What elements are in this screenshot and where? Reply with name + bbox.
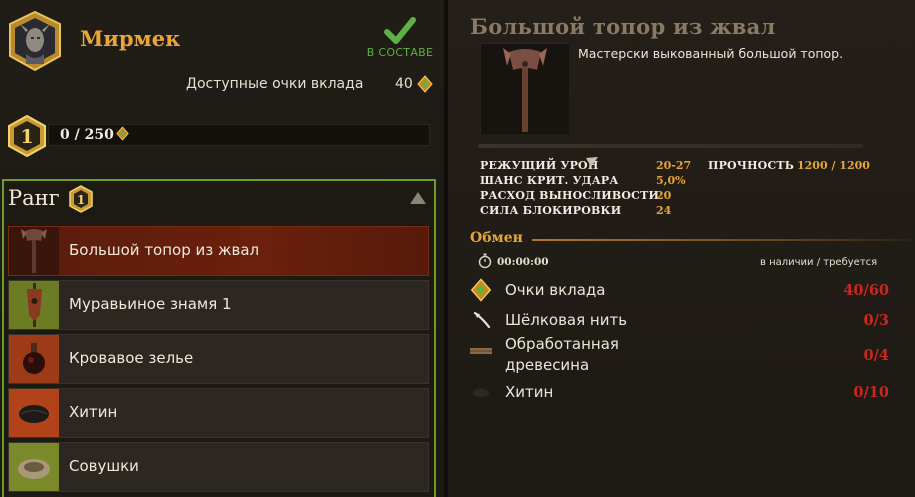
resource-quantity: 0/3: [863, 312, 889, 329]
rank-item-label: Совушки: [69, 457, 139, 475]
stat-durability-value: 1200 / 1200: [797, 159, 870, 172]
timer-icon: [478, 253, 492, 269]
stat-block-power-label: СИЛА БЛОКИРОВКИ: [480, 204, 622, 217]
stat-crit-chance-value: 5,0%: [656, 174, 686, 187]
nest-icon: [9, 443, 59, 491]
resource-name: Шёлковая нить: [505, 311, 628, 329]
contribution-gem-icon: [417, 75, 433, 93]
stat-slash-damage-label: РЕЖУЩИЙ УРОН: [480, 159, 599, 172]
in-squad-label: В СОСТАВЕ: [366, 46, 434, 59]
axe-icon: [9, 227, 59, 275]
stat-crit-chance-label: ШАНС КРИТ. УДАРА: [480, 174, 619, 187]
axe-icon: [481, 44, 569, 134]
rank-item-label: Муравьиное знамя 1: [69, 295, 232, 313]
rank-item-label: Хитин: [69, 403, 118, 421]
potion-icon: [9, 335, 59, 383]
exchange-title: Обмен: [470, 230, 523, 246]
rank-item-ant-banner[interactable]: Муравьиное знамя 1: [8, 280, 429, 330]
collapse-triangle-icon[interactable]: [409, 191, 427, 205]
rank-item-chitin[interactable]: Хитин: [8, 388, 429, 438]
xp-progress-text: 0 / 250: [60, 127, 114, 143]
rank-item-owl-nest[interactable]: Совушки: [8, 442, 429, 492]
craft-timer: 00:00:00: [497, 256, 549, 268]
rank-title: Ранг: [8, 186, 60, 210]
contribution-points-label: Доступные очки вклада: [186, 76, 364, 92]
banner-icon: [9, 281, 59, 329]
slash-damage-icon: [586, 157, 598, 167]
resource-name: Очки вклада: [505, 281, 606, 299]
rank-item-label: Кровавое зелье: [69, 349, 194, 367]
item-description: Мастерски выкованный большой топор.: [578, 46, 844, 61]
contribution-points-value: 40: [395, 76, 413, 92]
item-title: Большой топор из жвал: [470, 14, 776, 39]
resource-name: Хитин: [505, 383, 554, 401]
level-number: 1: [20, 126, 33, 148]
contribution-gem-icon: [116, 126, 129, 141]
in-squad-status: В СОСТАВЕ: [362, 16, 438, 59]
chitin-icon: [9, 389, 59, 437]
chitin-icon: [473, 388, 489, 398]
stat-block-power-value: 24: [656, 204, 672, 217]
stat-stamina-cost-label: РАСХОД ВЫНОСЛИВОСТИ: [480, 189, 660, 202]
resource-name: Обработанная древесина: [505, 335, 619, 374]
level-badge-icon: 1: [8, 114, 46, 158]
silk-thread-icon: [473, 311, 491, 329]
item-preview-image: [480, 43, 569, 134]
checkmark-icon: [384, 17, 416, 44]
availability-label: в наличии / требуется: [760, 257, 878, 268]
stat-stamina-cost-value: 20: [656, 189, 672, 202]
stat-slash-damage-value: 20-27: [656, 159, 692, 172]
rank-item-blood-potion[interactable]: Кровавое зелье: [8, 334, 429, 384]
npc-name: Мирмек: [80, 26, 181, 51]
contribution-points-row: Доступные очки вклада 40: [186, 75, 433, 93]
rank-item-label: Большой топор из жвал: [69, 241, 260, 259]
stat-durability-label: ПРОЧНОСТЬ: [708, 159, 795, 172]
resource-quantity: 0/10: [853, 384, 889, 401]
rank-badge-icon: 1: [69, 185, 93, 213]
rank-badge-number: 1: [77, 193, 85, 207]
contribution-gem-icon: [470, 278, 492, 302]
resource-quantity: 0/4: [863, 347, 889, 364]
npc-portrait-avatar[interactable]: [6, 10, 64, 72]
separator-line: [478, 144, 863, 148]
exchange-divider: [532, 239, 912, 241]
resource-quantity: 40/60: [843, 282, 889, 299]
rank-item-great-axe[interactable]: Большой топор из жвал: [8, 226, 429, 276]
wood-plank-icon: [470, 348, 492, 354]
